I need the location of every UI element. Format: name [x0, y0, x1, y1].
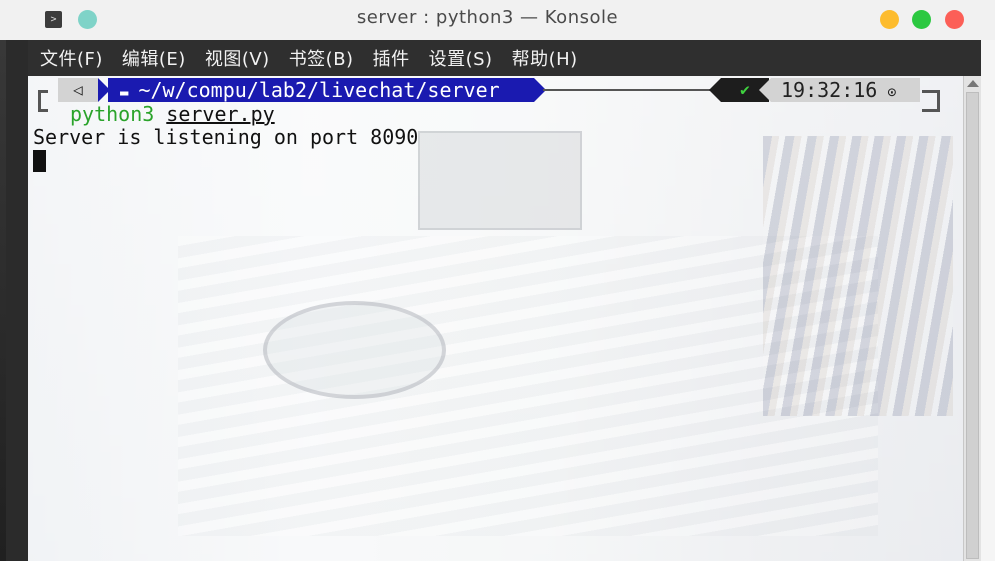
menu-help[interactable]: 帮助(H) [512, 45, 578, 71]
output-line: Server is listening on port 8090 [33, 125, 419, 149]
menu-bar: 文件(F) 编辑(E) 视图(V) 书签(B) 插件 设置(S) 帮助(H) [28, 40, 981, 76]
prompt-frame-left [38, 90, 48, 112]
prompt-time-segment: 19:32:16 ⊙ [771, 78, 920, 102]
prompt-time: 19:32:16 [781, 78, 878, 102]
segment-separator [759, 78, 771, 102]
folder-icon: ▬ [120, 85, 129, 101]
prompt-path: ~/w/compu/lab2/livechat/server [138, 78, 500, 102]
prompt-frame-right [922, 90, 940, 112]
title-bar[interactable]: > server : python3 — Konsole [0, 0, 995, 40]
menu-bookmarks[interactable]: 书签(B) [289, 45, 354, 71]
wallpaper-turntable [263, 301, 446, 399]
window-edge [981, 40, 995, 561]
desktop-edge [0, 0, 6, 561]
wallpaper-radio [418, 131, 582, 230]
prompt-directory-segment: ▬ ~/w/compu/lab2/livechat/server [108, 78, 534, 102]
command-argument: server.py [166, 102, 275, 126]
menu-plugins[interactable]: 插件 [373, 45, 410, 71]
terminal-view[interactable]: ◁ ▬ ~/w/compu/lab2/livechat/server ✔ 19:3… [28, 76, 963, 561]
menu-edit[interactable]: 编辑(E) [122, 45, 186, 71]
scrollbar[interactable] [963, 76, 981, 561]
close-button[interactable] [945, 10, 964, 29]
window-title: server : python3 — Konsole [356, 7, 619, 28]
segment-separator [709, 78, 721, 102]
os-icon: ◁ [58, 78, 98, 102]
prompt-filler-line [543, 89, 716, 91]
scroll-thumb[interactable] [966, 92, 979, 559]
scroll-up-icon[interactable] [967, 80, 979, 87]
clock-icon: ⊙ [887, 83, 897, 101]
command-name: python3 [70, 102, 155, 126]
menu-file[interactable]: 文件(F) [40, 45, 103, 71]
menu-settings[interactable]: 设置(S) [429, 45, 493, 71]
wallpaper-books [763, 136, 953, 416]
command-line: python3 server.py [70, 102, 275, 126]
maximize-button[interactable] [912, 10, 931, 29]
text-cursor [33, 150, 46, 172]
minimize-button[interactable] [880, 10, 899, 29]
menu-view[interactable]: 视图(V) [205, 45, 270, 71]
